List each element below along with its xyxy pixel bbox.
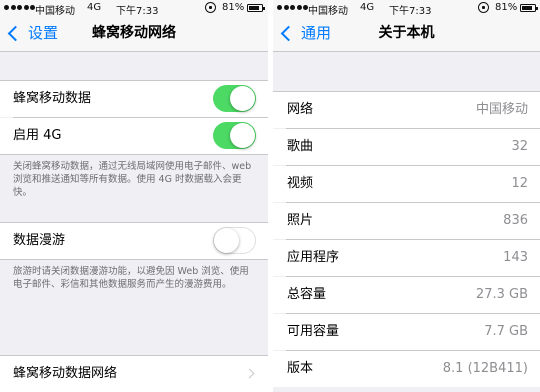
carrier-name: 中国移动 [35,6,75,17]
info-value: 12 [511,176,528,191]
enable-4g-toggle[interactable] [213,122,256,149]
nav-bar: 通用 关于本机 [273,16,540,52]
info-label: 应用程序 [287,250,340,265]
toggle-knob [214,228,239,253]
info-row-version: 版本 8.1 (12B411) [273,351,540,387]
battery-percent: 81% [495,2,518,13]
info-label: 视频 [287,176,314,191]
info-value: 836 [503,213,528,228]
network-type: 4G [87,2,102,13]
rotation-lock-icon [478,2,489,13]
nav-bar: 设置 蜂窝移动网络 [0,16,268,52]
cellular-data-row[interactable]: 蜂窝移动数据 [0,81,268,117]
battery-icon [247,4,265,12]
info-row-photos: 照片 836 [273,203,540,239]
cellular-data-toggle[interactable] [213,85,256,112]
toggle-knob [230,86,255,111]
status-bar: 中国移动 4G 下午7:33 81% [273,0,540,17]
enable-4g-row[interactable]: 启用 4G [0,118,268,154]
info-row-available: 可用容量 7.7 GB [273,314,540,350]
data-roaming-footnote: 旅游时请关闭数据漫游功能，以避免因 Web 浏览、使用电子邮件、彩信和其他数据服… [13,266,249,290]
info-row-network: 网络 中国移动 [273,92,540,128]
about-panel: 中国移动 4G 下午7:33 81% 通用 关于本机 网络 中国移动 歌曲 32… [273,0,540,392]
cellular-data-label: 蜂窝移动数据 [13,91,92,106]
divider [0,259,268,260]
rotation-lock-icon [205,2,216,13]
enable-4g-label: 启用 4G [13,128,62,143]
data-roaming-label: 数据漫游 [13,233,66,248]
info-label: 总容量 [287,287,327,302]
info-label: 版本 [287,361,314,376]
cellular-network-label: 蜂窝移动数据网络 [13,366,118,381]
cellular-data-footnote: 关闭蜂窝移动数据，通过无线局域网使用电子邮件、web 浏览和推送通知等所有数据。… [13,161,252,198]
toggle-knob [230,123,255,148]
info-row-videos: 视频 12 [273,166,540,202]
cellular-network-row[interactable]: 蜂窝移动数据网络 [0,356,268,392]
page-title: 关于本机 [378,25,435,41]
info-row-songs: 歌曲 32 [273,129,540,165]
data-roaming-toggle[interactable] [213,227,256,254]
info-label: 照片 [287,213,314,228]
info-value: 32 [511,139,528,154]
battery-percent: 81% [222,2,245,13]
signal-icon [4,5,35,10]
carrier-name: 中国移动 [308,6,348,17]
info-value: 27.3 GB [475,287,528,302]
info-label: 歌曲 [287,139,314,154]
network-type: 4G [360,2,375,13]
battery-icon [520,4,538,12]
data-roaming-row[interactable]: 数据漫游 [0,223,268,259]
chevron-right-icon [244,368,255,379]
status-bar: 中国移动 4G 下午7:33 81% [0,0,268,17]
info-value: 7.7 GB [484,324,528,339]
info-value: 143 [503,250,528,265]
signal-icon [277,5,308,10]
info-label: 可用容量 [287,324,340,339]
info-label: 网络 [287,102,314,117]
status-time: 下午7:33 [389,6,432,17]
page-title: 蜂窝移动网络 [92,25,176,41]
divider [0,154,268,155]
info-value: 8.1 (12B411) [442,361,528,376]
cellular-settings-panel: 中国移动 4G 下午7:33 81% 设置 蜂窝移动网络 蜂窝移动数据 启用 4… [0,0,268,392]
status-time: 下午7:33 [116,6,159,17]
info-value: 中国移动 [475,102,528,117]
info-row-apps: 应用程序 143 [273,240,540,276]
info-row-capacity: 总容量 27.3 GB [273,277,540,313]
